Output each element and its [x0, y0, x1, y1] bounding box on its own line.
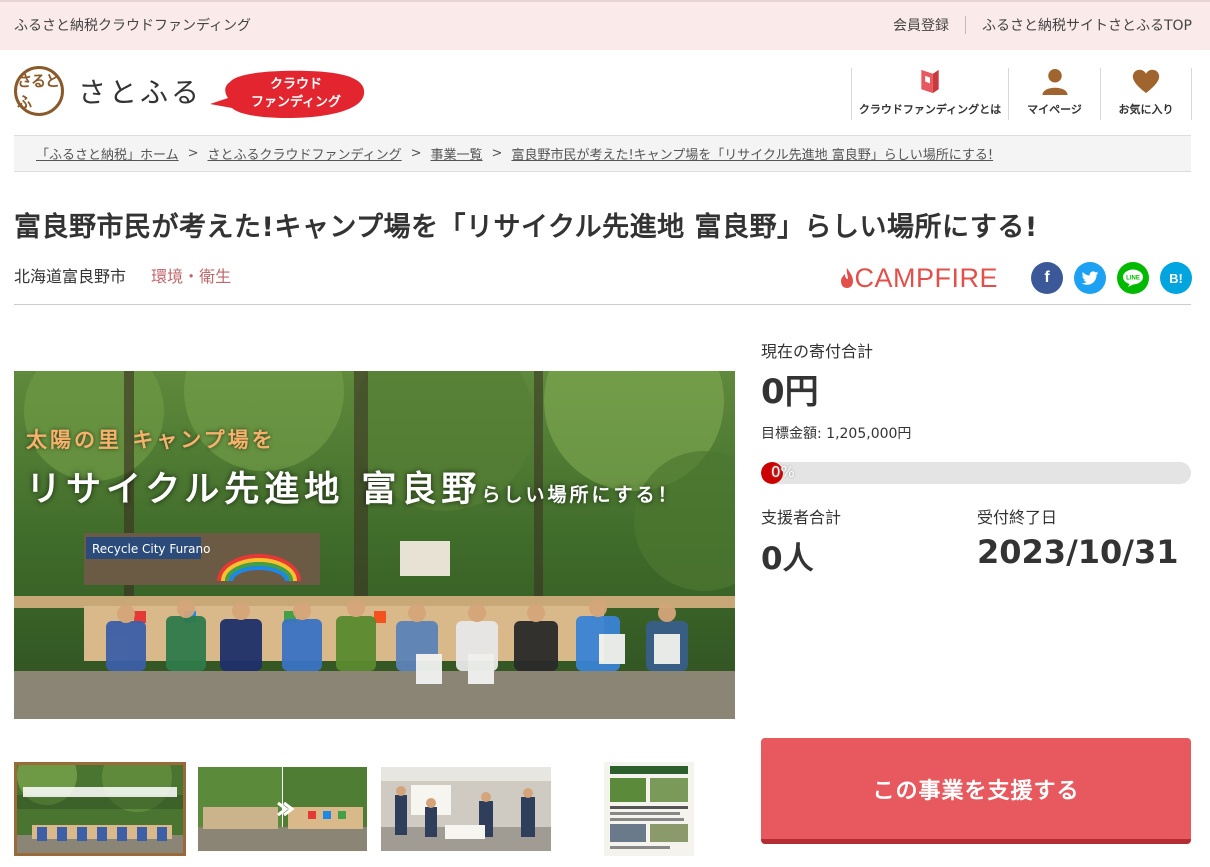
thumbnail-3[interactable] — [381, 767, 551, 851]
top-links: 会員登録 ふるさと納税サイトさとふるTOP — [893, 15, 1192, 35]
progress-percent: 0% — [771, 463, 795, 481]
facebook-glyph: f — [1044, 269, 1050, 286]
sign-text: Recycle City Furano — [92, 542, 210, 556]
thumbnail-1-image — [17, 765, 183, 853]
top-bar: ふるさと納税クラウドファンディング 会員登録 ふるさと納税サイトさとふるTOP — [0, 0, 1210, 50]
line-share-icon[interactable]: LINE — [1117, 262, 1149, 294]
donation-total-value: 0円 — [761, 372, 819, 412]
thumbnail-4-image — [604, 762, 694, 856]
project-category[interactable]: 環境・衛生 — [151, 267, 231, 286]
thumbnail-1[interactable] — [14, 762, 186, 856]
speech-bubble-icon: クラウド ファンディング — [210, 70, 365, 118]
twitter-bird-icon — [1081, 270, 1099, 285]
title-divider — [14, 304, 1191, 305]
hatena-share-icon[interactable]: B! — [1160, 262, 1192, 294]
badge-line2: ファンディング — [251, 94, 341, 110]
line-glyph: LINE — [1126, 276, 1140, 282]
badge-line1: クラウド — [270, 77, 322, 92]
thumbnail-3-image — [381, 767, 551, 851]
logo-seal-icon: さるとふ — [14, 66, 64, 116]
supporters-value: 0人 — [761, 541, 814, 577]
user-icon — [1041, 68, 1068, 95]
logo-text: さとふる — [78, 76, 203, 109]
breadcrumb-separator: > — [187, 146, 199, 161]
line-bubble-icon: LINE — [1123, 269, 1143, 287]
nav-favorites[interactable]: お気に入り — [1100, 68, 1192, 120]
hero-line1: 太陽の里 キャンプ場を — [26, 428, 276, 452]
breadcrumb-current[interactable]: 富良野市民が考えた!キャンプ場を「リサイクル先進地 富良野」らしい場所にする! — [511, 144, 993, 163]
page-title: 富良野市民が考えた!キャンプ場を「リサイクル先進地 富良野」らしい場所にする! — [14, 212, 1038, 243]
hero-line2-main: リサイクル先進地 富良野 — [26, 470, 482, 510]
thumbnail-4[interactable] — [604, 762, 694, 856]
nav-mypage[interactable]: マイページ — [1008, 68, 1100, 120]
satofull-top-link[interactable]: ふるさと納税サイトさとふるTOP — [982, 15, 1192, 35]
campfire-label: CAMPFIRE — [854, 262, 998, 293]
heart-icon — [1132, 69, 1160, 94]
top-link-divider — [964, 16, 966, 34]
progress-bar: 0% — [761, 462, 1191, 484]
twitter-share-icon[interactable] — [1074, 262, 1106, 294]
deadline-value: 2023/10/31 — [977, 533, 1179, 571]
crowdfunding-badge[interactable]: クラウド ファンディング — [208, 68, 368, 120]
header-nav: クラウドファンディングとは マイページ お気に入り — [851, 68, 1192, 120]
deadline-label: 受付終了日 — [977, 508, 1058, 527]
hatena-glyph: B! — [1169, 270, 1183, 286]
goal-amount: 目標金額: 1,205,000円 — [761, 426, 912, 442]
breadcrumb-separator: > — [410, 146, 422, 161]
breadcrumb-separator: > — [491, 146, 503, 161]
nav-favorites-label: お気に入り — [1118, 103, 1174, 116]
supporters-label: 支援者合計 — [761, 508, 842, 527]
project-location: 北海道富良野市 — [14, 267, 127, 286]
main-project-image[interactable]: Recycle City Furano 太陽の里 キャンプ場を リサイクル先進地… — [14, 371, 735, 719]
nav-mypage-label: マイページ — [1027, 103, 1082, 116]
breadcrumb-project-list[interactable]: 事業一覧 — [431, 144, 483, 163]
hero-line2: リサイクル先進地 富良野らしい場所にする！ — [26, 461, 680, 512]
flame-icon — [841, 268, 854, 288]
support-button[interactable]: この事業を支援する — [761, 738, 1191, 844]
share-bar: CAMPFIRE f LINE B! — [840, 262, 1192, 294]
satofull-logo[interactable]: さるとふ さとふる — [14, 66, 202, 116]
book-icon — [921, 69, 939, 94]
site-title[interactable]: ふるさと納税クラウドファンディング — [14, 15, 251, 35]
nav-about-label: クラウドファンディングとは — [858, 103, 1002, 116]
thumbnail-2[interactable] — [198, 767, 367, 851]
donation-total-label: 現在の寄付合計 — [761, 342, 874, 361]
campfire-logo[interactable]: CAMPFIRE — [840, 263, 998, 294]
hero-line2-small: らしい場所にする！ — [481, 484, 680, 506]
breadcrumb: 「ふるさと納税」ホーム > さとふるクラウドファンディング > 事業一覧 > 富… — [14, 135, 1191, 172]
breadcrumb-crowdfunding[interactable]: さとふるクラウドファンディング — [208, 144, 402, 163]
project-meta: 北海道富良野市 環境・衛生 — [14, 263, 231, 287]
register-link[interactable]: 会員登録 — [893, 15, 949, 35]
thumbnail-2-image — [198, 767, 367, 851]
facebook-share-icon[interactable]: f — [1031, 262, 1063, 294]
nav-about-crowdfunding[interactable]: クラウドファンディングとは — [851, 68, 1008, 120]
breadcrumb-home[interactable]: 「ふるさと納税」ホーム — [36, 144, 179, 163]
